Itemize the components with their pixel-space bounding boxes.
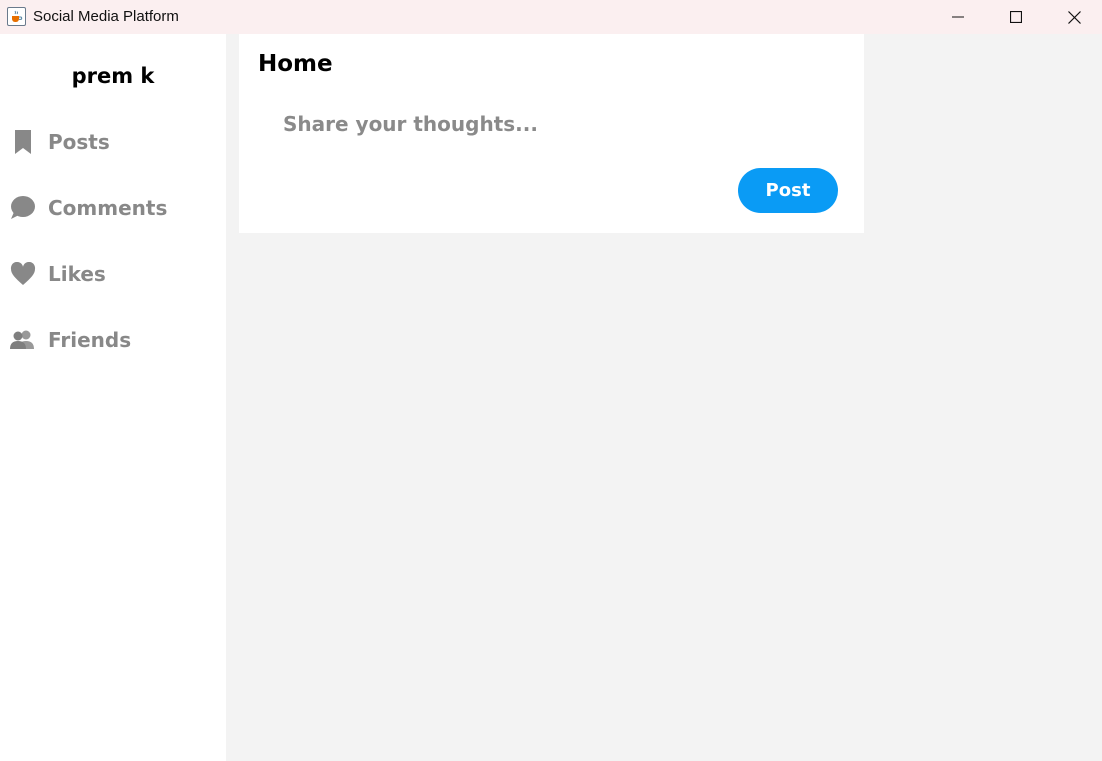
minimize-icon xyxy=(952,16,964,18)
heart-icon xyxy=(10,261,36,287)
sidebar-item-friends[interactable]: Friends xyxy=(0,320,226,360)
sidebar: prem k Posts Comments Likes Friends xyxy=(0,34,226,761)
window-title: Social Media Platform xyxy=(33,8,179,25)
bookmark-icon xyxy=(10,129,36,155)
maximize-icon xyxy=(1010,11,1022,23)
sidebar-item-label: Comments xyxy=(48,196,168,220)
sidebar-item-label: Friends xyxy=(48,328,132,352)
speech-bubble-icon xyxy=(10,195,36,221)
close-button[interactable] xyxy=(1045,0,1102,34)
sidebar-item-comments[interactable]: Comments xyxy=(0,188,226,228)
java-cup-icon xyxy=(7,7,26,26)
close-icon xyxy=(1067,10,1081,24)
users-icon xyxy=(10,327,36,353)
sidebar-item-label: Posts xyxy=(48,130,110,154)
sidebar-item-likes[interactable]: Likes xyxy=(0,254,226,294)
sidebar-item-posts[interactable]: Posts xyxy=(0,122,226,162)
page-title: Home xyxy=(258,51,333,77)
minimize-button[interactable] xyxy=(929,0,987,34)
title-bar: Social Media Platform xyxy=(0,0,1102,34)
user-name: prem k xyxy=(71,64,155,88)
post-input[interactable] xyxy=(267,106,827,142)
post-button[interactable]: Post xyxy=(738,168,838,213)
sidebar-item-label: Likes xyxy=(48,262,106,286)
maximize-button[interactable] xyxy=(987,0,1045,34)
post-composer-card: Home Post xyxy=(239,34,864,233)
